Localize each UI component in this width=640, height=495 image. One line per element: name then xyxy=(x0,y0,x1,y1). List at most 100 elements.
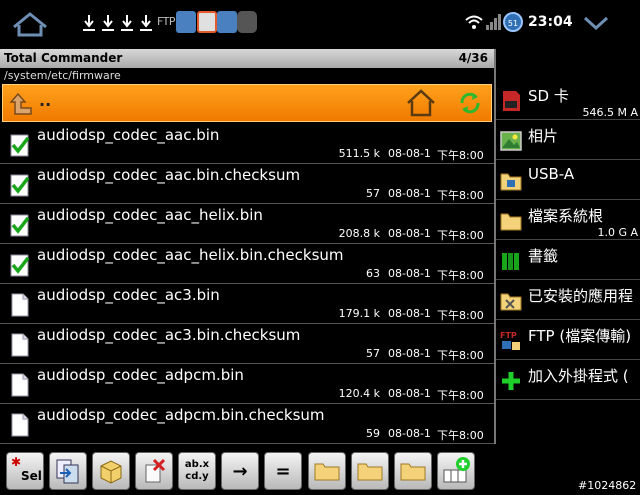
file-size: 179.1 k xyxy=(338,307,380,320)
file-date: 08-08-1 xyxy=(388,427,431,440)
select-button-label: Sel xyxy=(21,469,42,483)
app-title: Total Commander xyxy=(4,51,123,65)
file-icon xyxy=(11,413,29,437)
floppy-icon xyxy=(217,11,237,33)
apps-folder-icon xyxy=(500,293,522,311)
arrow-right-icon: → xyxy=(232,460,248,482)
folder-icon xyxy=(500,213,522,231)
location-item[interactable]: SD 卡 546.5 M A xyxy=(496,80,640,120)
file-name: audiodsp_codec_aac_helix.bin xyxy=(37,206,263,224)
file-date: 08-08-1 xyxy=(388,187,431,200)
file-size: 63 xyxy=(366,267,380,280)
compare-button[interactable]: = xyxy=(264,452,302,490)
file-size: 59 xyxy=(366,427,380,440)
status-bar: FTP 51 23:04 xyxy=(0,0,640,47)
copy-icon xyxy=(56,459,79,484)
home-icon[interactable] xyxy=(10,9,50,39)
location-item[interactable]: FTP FTP (檔案傳輸) xyxy=(496,320,640,360)
copy-button[interactable] xyxy=(49,452,87,490)
location-item[interactable]: 檔案系統根 1.0 G A xyxy=(496,200,640,240)
add-button[interactable] xyxy=(437,452,475,490)
delete-button[interactable] xyxy=(135,452,173,490)
file-name: audiodsp_codec_ac3.bin xyxy=(37,286,220,304)
location-item[interactable]: USB-A xyxy=(496,160,640,200)
file-icon xyxy=(11,373,29,397)
up-arrow-icon xyxy=(9,92,32,115)
file-date: 08-08-1 xyxy=(388,387,431,400)
file-time: 下午8:00 xyxy=(437,189,484,202)
wifi-icon xyxy=(465,15,483,29)
file-row[interactable]: audiodsp_codec_aac_helix.bin 208.8 k 08-08… xyxy=(0,204,494,244)
file-list-panel[interactable]: .. audiodsp_codec_aac.bin 511.5 k 08-08-1 下… xyxy=(0,84,494,444)
photo-icon xyxy=(500,131,522,151)
watermark-text: #1024862 xyxy=(578,479,637,492)
pack-button[interactable] xyxy=(92,452,130,490)
folder-icon xyxy=(400,463,426,481)
clock: 23:04 xyxy=(528,14,573,30)
file-date: 08-08-1 xyxy=(388,147,431,160)
sync-icon xyxy=(197,11,217,33)
title-bar: Total Commander 4/36 xyxy=(0,49,494,68)
file-date: 08-08-1 xyxy=(388,307,431,320)
folder-button-3[interactable] xyxy=(394,452,432,490)
checkmark-icon[interactable] xyxy=(10,253,30,277)
add-icon xyxy=(443,457,470,483)
location-label: 已安裝的應用程 xyxy=(528,287,634,305)
location-item[interactable]: 加入外掛程式 ( xyxy=(496,360,640,400)
select-button[interactable]: ✱ Sel xyxy=(6,452,44,490)
file-row[interactable]: audiodsp_codec_aac_helix.bin.checksum 63 0… xyxy=(0,244,494,284)
bookmark-icon xyxy=(502,253,519,270)
location-label: 檔案系統根 xyxy=(528,207,604,225)
locations-panel[interactable]: SD 卡 546.5 M A 相片 USB-A 檔案系統根 1.0 G A 書籤已安裝的應用… xyxy=(496,80,640,444)
location-free-space: 546.5 M A xyxy=(582,106,639,119)
file-icon xyxy=(11,333,29,357)
file-time: 下午8:00 xyxy=(437,149,484,162)
file-time: 下午8:00 xyxy=(437,269,484,282)
download-icon xyxy=(83,15,95,31)
refresh-icon[interactable] xyxy=(458,91,482,115)
file-date: 08-08-1 xyxy=(388,347,431,360)
ftp-icon: FTP xyxy=(500,331,520,350)
file-name: audiodsp_codec_adpcm.bin.checksum xyxy=(37,406,325,424)
rename-button[interactable]: ab.x cd.y xyxy=(178,452,216,490)
file-row[interactable]: audiodsp_codec_ac3.bin 179.1 k 08-08-1 下午8:… xyxy=(0,284,494,324)
file-row[interactable]: audiodsp_codec_aac.bin 511.5 k 08-08-1 下午8:… xyxy=(0,124,494,164)
file-time: 下午8:00 xyxy=(437,389,484,402)
location-label: USB-A xyxy=(528,165,575,183)
download-icon xyxy=(140,15,152,31)
home-icon[interactable] xyxy=(405,88,437,118)
archive-icon xyxy=(100,460,122,484)
location-item[interactable]: 相片 xyxy=(496,120,640,160)
file-time: 下午8:00 xyxy=(437,349,484,362)
move-button[interactable]: → xyxy=(221,452,259,490)
location-label: 加入外掛程式 ( xyxy=(528,367,629,385)
location-item[interactable]: 書籤 xyxy=(496,240,640,280)
camera-icon xyxy=(237,11,257,33)
checkmark-icon[interactable] xyxy=(10,173,30,197)
location-label: SD 卡 xyxy=(528,87,569,105)
parent-directory-row[interactable]: .. xyxy=(2,84,492,122)
location-item[interactable]: 已安裝的應用程 xyxy=(496,280,640,320)
file-name: audiodsp_codec_aac_helix.bin.checksum xyxy=(37,246,344,264)
file-size: 511.5 k xyxy=(338,147,380,160)
folder-button-1[interactable] xyxy=(308,452,346,490)
file-row[interactable]: audiodsp_codec_adpcm.bin.checksum 59 08-08… xyxy=(0,404,494,444)
checkmark-icon[interactable] xyxy=(10,213,30,237)
ftp-status-label: FTP xyxy=(157,15,176,28)
file-icon xyxy=(11,293,29,317)
file-size: 57 xyxy=(366,347,380,360)
folder-button-2[interactable] xyxy=(351,452,389,490)
file-name: audiodsp_codec_ac3.bin.checksum xyxy=(37,326,301,344)
file-row[interactable]: audiodsp_codec_aac.bin.checksum 57 08-08-1… xyxy=(0,164,494,204)
asterisk-icon: ✱ xyxy=(11,455,22,469)
parent-directory-label: .. xyxy=(39,91,52,110)
location-label: 相片 xyxy=(528,127,559,145)
file-time: 下午8:00 xyxy=(437,309,484,322)
file-row[interactable]: audiodsp_codec_adpcm.bin 120.4 k 08-08-1 下午… xyxy=(0,364,494,404)
file-date: 08-08-1 xyxy=(388,227,431,240)
chevron-down-icon[interactable] xyxy=(582,14,610,32)
file-row[interactable]: audiodsp_codec_ac3.bin.checksum 57 08-08-1… xyxy=(0,324,494,364)
svg-text:FTP: FTP xyxy=(500,331,517,340)
checkmark-icon[interactable] xyxy=(10,133,30,157)
selection-count: 4/36 xyxy=(458,51,488,65)
